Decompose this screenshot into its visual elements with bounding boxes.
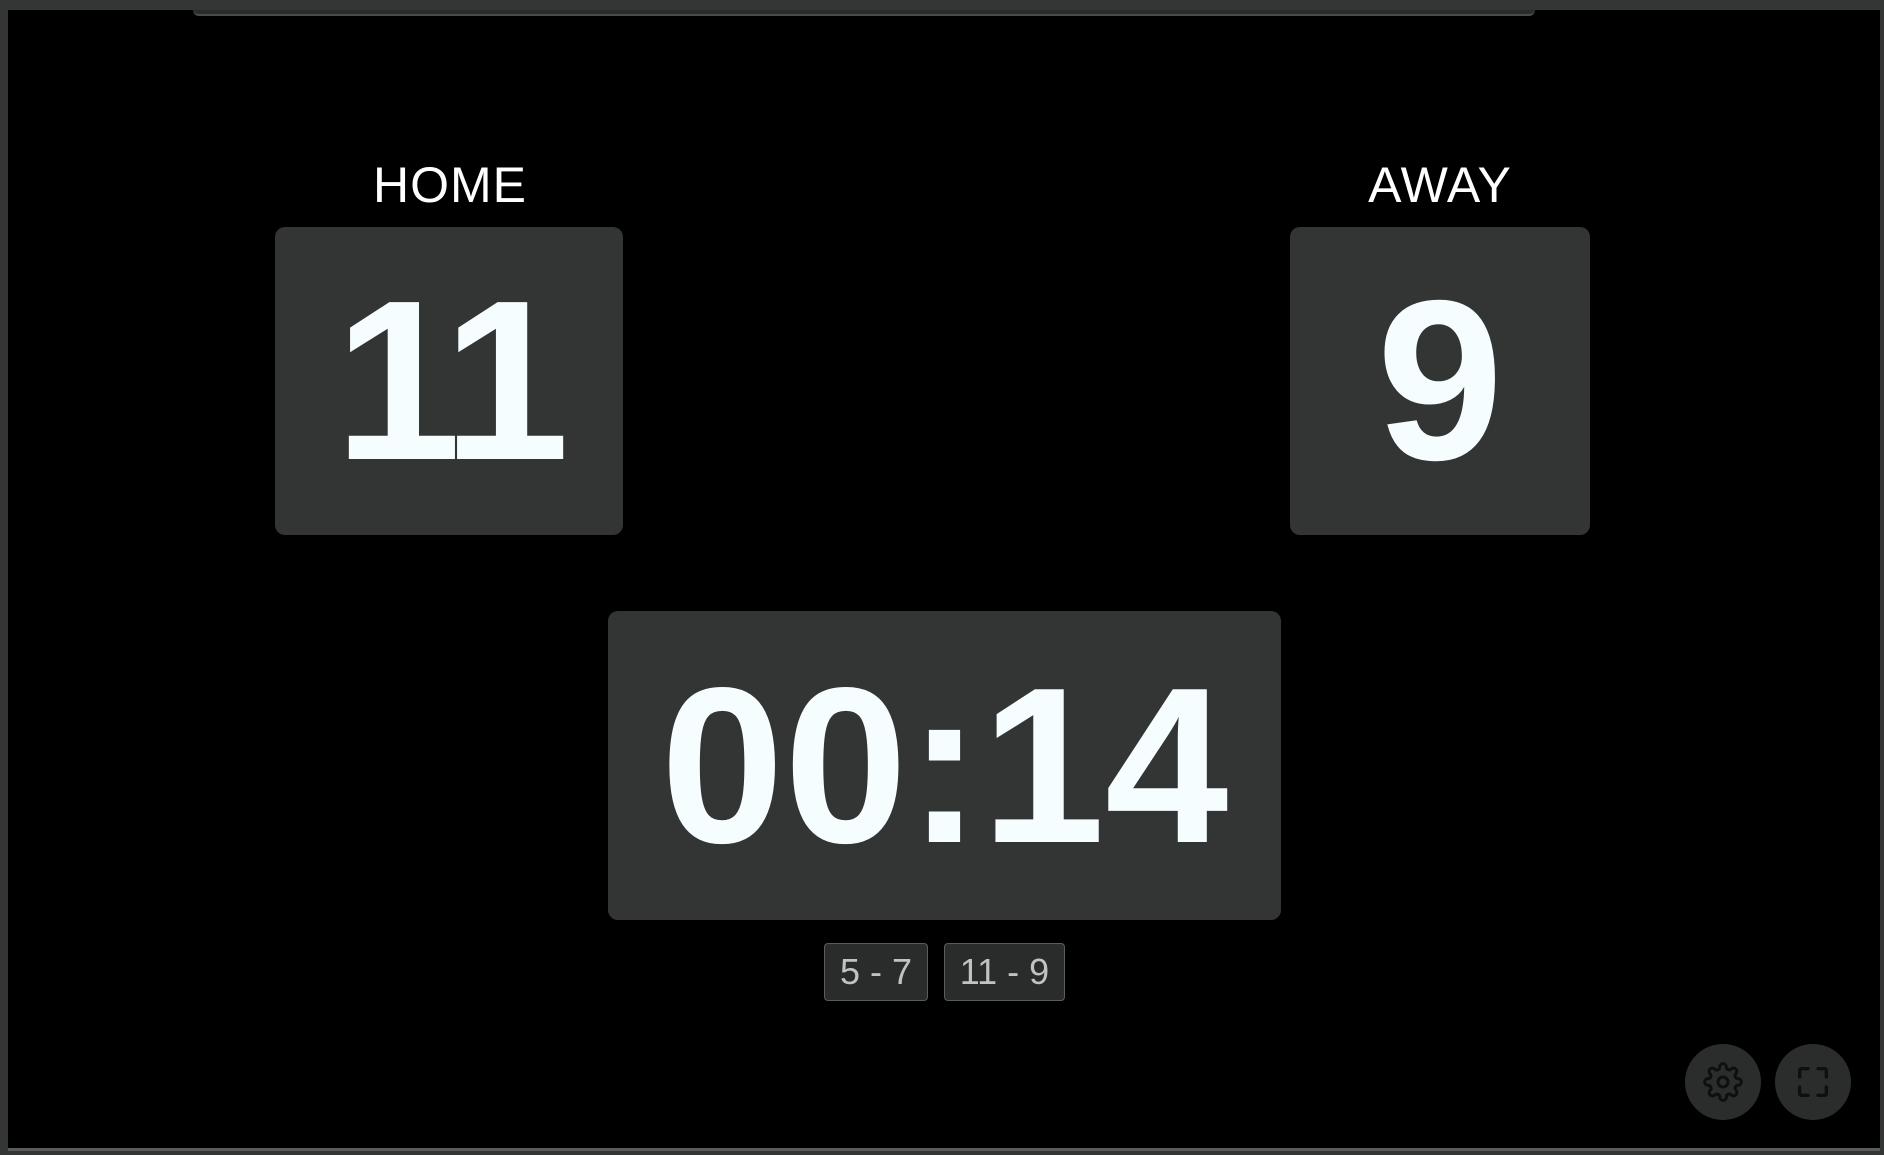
fullscreen-button[interactable] <box>1775 1044 1851 1120</box>
fullscreen-icon <box>1793 1062 1833 1102</box>
gear-icon <box>1703 1062 1743 1102</box>
top-drawer-handle[interactable] <box>193 10 1535 16</box>
game-clock[interactable]: 00:14 <box>608 611 1281 920</box>
home-score[interactable]: 11 <box>275 227 623 535</box>
home-team-label: HOME <box>373 157 527 213</box>
away-team-label: AWAY <box>1368 157 1512 213</box>
history-score-button[interactable]: 5 - 7 <box>824 943 928 1001</box>
history-score-button[interactable]: 11 - 9 <box>944 943 1065 1001</box>
settings-button[interactable] <box>1685 1044 1761 1120</box>
away-score[interactable]: 9 <box>1290 227 1590 535</box>
